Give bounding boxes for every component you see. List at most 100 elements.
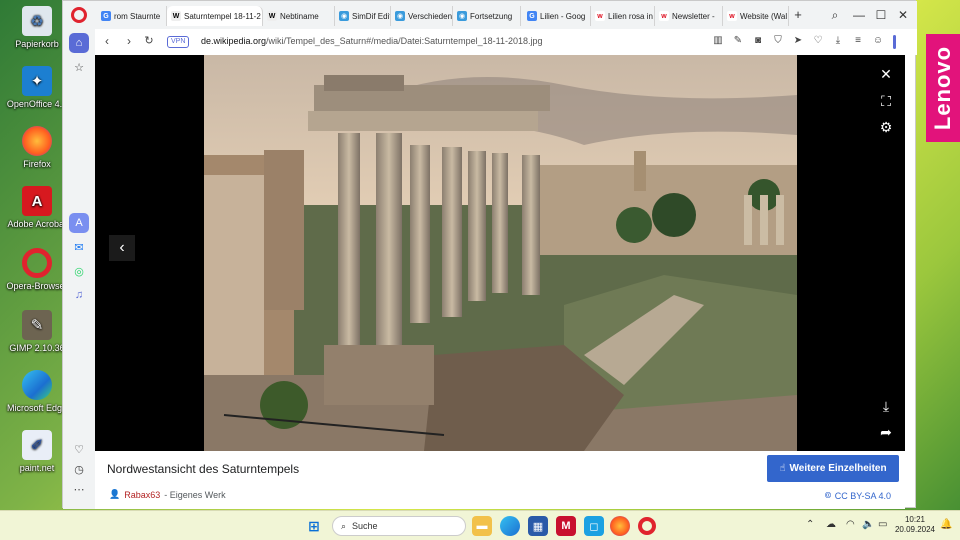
more-details-label: Weitere Einzelheiten <box>789 463 887 474</box>
store-icon[interactable]: ▦ <box>528 516 548 536</box>
tab-label: Lilien - Goog <box>540 11 586 21</box>
menu-lines-icon[interactable]: ≡ <box>851 35 865 46</box>
messenger-icon[interactable]: ✉ <box>69 237 89 257</box>
favorites-heart-icon[interactable]: ♡ <box>69 439 89 459</box>
paintnet-icon: ✐ <box>22 430 52 460</box>
maximize-icon[interactable]: ☐ <box>873 7 889 23</box>
desktop-icon-firefox[interactable]: Firefox <box>6 126 68 169</box>
tab-verschiedene[interactable]: ◉ Verschiedene <box>391 6 453 26</box>
wifi-icon[interactable]: ◠ <box>846 519 855 530</box>
edge-taskbar-icon[interactable] <box>500 516 520 536</box>
cloud-icon[interactable]: ☁ <box>826 519 836 530</box>
reload-icon[interactable]: ↻ <box>141 34 157 47</box>
tab-label: Verschiedene <box>408 11 453 21</box>
firefox-taskbar-icon[interactable] <box>610 516 630 536</box>
opera-icon <box>22 248 52 278</box>
profile-icon[interactable]: ☺ <box>871 35 885 46</box>
share-icon[interactable]: ➦ <box>875 421 897 443</box>
desktop-icon-label: GIMP 2.10.36 <box>9 343 65 353</box>
tab-lilien-google[interactable]: G Lilien - Goog <box>523 6 591 26</box>
taskbar-clock[interactable]: 10:21 20.09.2024 <box>894 515 936 535</box>
vpn-badge[interactable]: VPN <box>167 36 190 48</box>
tab-label: Saturntempel 18-11-2 <box>184 11 261 21</box>
temple-photo <box>204 55 797 451</box>
tab-saturntempel[interactable]: W Saturntempel 18-11-2 ✕ <box>167 6 263 26</box>
camera-icon[interactable]: ◙ <box>751 35 765 46</box>
opera-menu-icon[interactable] <box>71 7 87 23</box>
opera-taskbar-icon[interactable] <box>638 517 656 535</box>
download-image-icon[interactable]: ⤓ <box>875 395 897 417</box>
more-options-icon[interactable]: ⋯ <box>69 479 89 499</box>
desktop-icon-opera[interactable]: Opera-Browser <box>6 248 68 291</box>
tab-rom[interactable]: G rom Staurnte <box>97 6 167 26</box>
desktop-icon-recycle-bin[interactable]: ♻ Papierkorb <box>6 6 68 49</box>
app-icon[interactable]: ◻ <box>584 516 604 536</box>
tab-label: Lilien rosa in <box>608 11 653 21</box>
desktop-icon-label: OpenOffice 4.1 <box>6 99 68 109</box>
taskbar: ⊞ ⌕ Suche ▬ ▦ M ◻ ⌃ ☁ ◠ 🔈 ▭ 10:21 20.09.… <box>0 510 960 540</box>
close-window-icon[interactable]: ✕ <box>895 7 911 23</box>
mcafee-icon[interactable]: M <box>556 516 576 536</box>
author-link[interactable]: Rabax63 <box>124 490 160 500</box>
history-clock-icon[interactable]: ◷ <box>69 459 89 479</box>
download-icon[interactable]: ⤓ <box>831 35 845 46</box>
desktop-icon-gimp[interactable]: ✎ GIMP 2.10.36 <box>6 310 68 353</box>
media-viewer: ‹ ✕ ⛶ ⚙ ⤓ ➦ <box>95 55 905 451</box>
opera-sidebar: ⌂ ☆ A ✉ ◎ ♫ ♡ ◷ ⋯ <box>63 29 95 509</box>
search-placeholder: Suche <box>352 521 378 531</box>
tab-nebtiname[interactable]: W Nebtiname <box>263 6 335 26</box>
speed-dial-icon[interactable]: ☆ <box>69 57 89 77</box>
hand-pointer-icon: ☝ <box>779 463 786 474</box>
tray-chevron-icon[interactable]: ⌃ <box>806 519 814 530</box>
windows-start-icon[interactable]: ⊞ <box>304 516 324 536</box>
google-icon: G <box>527 11 537 21</box>
aria-ai-icon[interactable]: A <box>69 213 89 233</box>
w-brand-icon: w <box>659 11 669 21</box>
heart-icon[interactable]: ♡ <box>811 35 825 46</box>
desktop-icon-edge[interactable]: Microsoft Edge <box>6 370 68 413</box>
desktop-icon-label: Microsoft Edge <box>6 403 68 413</box>
desktop-icon-acrobat[interactable]: A Adobe Acrobat <box>6 186 68 229</box>
desktop-icon-label: paint.net <box>19 463 55 473</box>
tab-fortsetzung[interactable]: ◉ Fortsetzung <box>453 6 521 26</box>
whatsapp-icon[interactable]: ◎ <box>69 261 89 281</box>
notification-bell-icon[interactable]: 🔔 <box>940 519 952 530</box>
settings-gear-icon[interactable]: ⚙ <box>875 116 897 138</box>
tab-website[interactable]: w Website (Wal <box>723 6 789 26</box>
home-icon[interactable]: ⌂ <box>69 33 89 53</box>
w-brand-icon: w <box>595 11 605 21</box>
taskbar-search[interactable]: ⌕ Suche <box>332 516 466 536</box>
battery-icon[interactable]: ▭ <box>878 519 887 530</box>
browser-window: G rom Staurnte W Saturntempel 18-11-2 ✕ … <box>62 0 917 509</box>
forward-icon[interactable]: › <box>121 34 137 48</box>
new-tab-plus-icon[interactable]: + <box>791 8 805 22</box>
more-details-button[interactable]: ☝ Weitere Einzelheiten <box>767 455 899 482</box>
back-icon[interactable]: ‹ <box>99 34 115 48</box>
tab-bar: G rom Staurnte W Saturntempel 18-11-2 ✕ … <box>63 1 917 29</box>
speaker-icon[interactable]: 🔈 <box>862 519 874 530</box>
desktop-icon-paintnet[interactable]: ✐ paint.net <box>6 430 68 473</box>
minimize-icon[interactable]: — <box>851 7 867 23</box>
clock-time: 10:21 <box>904 515 926 524</box>
tab-search-icon[interactable]: ⌕ <box>827 7 843 23</box>
tab-newsletter[interactable]: w Newsletter - <box>655 6 723 26</box>
previous-image-chevron-icon[interactable]: ‹ <box>109 235 135 261</box>
tab-lilien-rosa[interactable]: w Lilien rosa in <box>591 6 655 26</box>
fullscreen-icon[interactable]: ⛶ <box>875 90 897 112</box>
tab-simdif[interactable]: ◉ SimDif Editor <box>335 6 391 26</box>
desktop-icon-label: Adobe Acrobat <box>7 219 67 229</box>
author-line: 👤 Rabax63 - Eigenes Werk <box>109 489 226 500</box>
file-explorer-icon[interactable]: ▬ <box>472 516 492 536</box>
desktop-icon-label: Opera-Browser <box>6 281 68 291</box>
send-icon[interactable]: ➤ <box>791 35 805 46</box>
recycle-bin-icon: ♻ <box>22 6 52 36</box>
close-viewer-icon[interactable]: ✕ <box>875 63 897 85</box>
shield-icon[interactable]: ⛉ <box>771 35 785 46</box>
edit-icon[interactable]: ✎ <box>731 35 745 46</box>
license-link[interactable]: 🅭 CC BY-SA 4.0 <box>825 490 891 501</box>
desktop-icon-openoffice[interactable]: ✦ OpenOffice 4.1 <box>6 66 68 109</box>
split-view-icon[interactable]: ▥ <box>711 35 725 46</box>
url-field[interactable]: de.wikipedia.org/wiki/Tempel_des_Saturn#… <box>201 36 543 46</box>
music-player-icon[interactable]: ♫ <box>69 285 89 305</box>
edge-icon <box>22 370 52 400</box>
